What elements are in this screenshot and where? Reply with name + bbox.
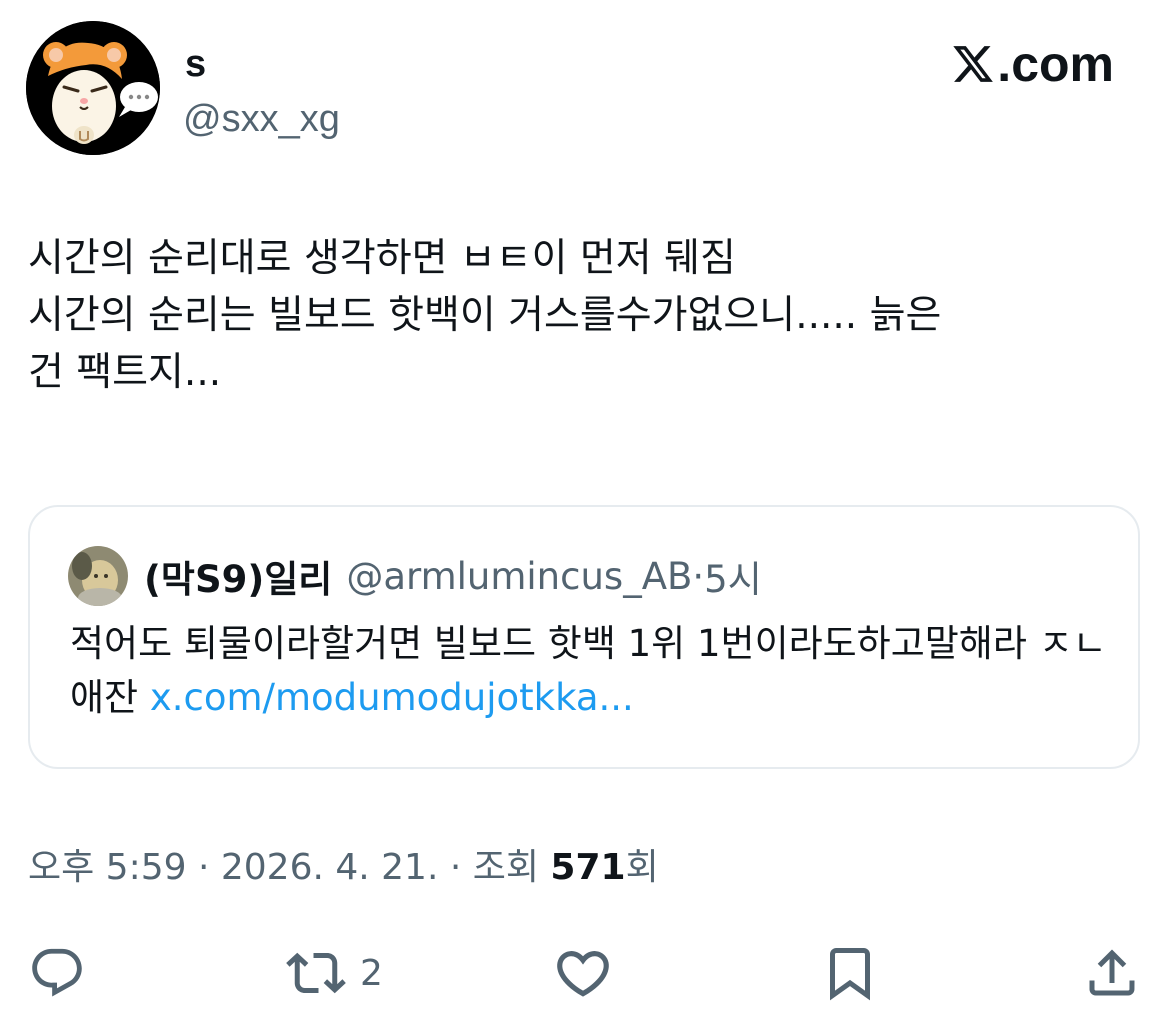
- quoted-avatar-image: [68, 546, 128, 606]
- quoted-tweet-card[interactable]: (막S9)일리 @armlumincus_AB · 5시 적어도 퇴물이라할거면…: [28, 505, 1140, 769]
- views-suffix: 회: [625, 847, 659, 888]
- action-bar: 2: [0, 942, 1170, 1004]
- heart-icon: [557, 951, 609, 997]
- x-logo-icon: [953, 46, 994, 82]
- retweet-button[interactable]: 2: [286, 942, 383, 1004]
- author-avatar[interactable]: [26, 21, 160, 155]
- retweet-icon: [286, 952, 346, 994]
- x-com-logo: .com: [951, 36, 1114, 92]
- like-button[interactable]: [552, 942, 614, 1004]
- share-icon: [1089, 949, 1135, 996]
- tweet-timestamp[interactable]: 오후 5:59 · 2026. 4. 21. · 조회: [28, 847, 550, 888]
- bookmark-button[interactable]: [820, 942, 880, 1004]
- tweet-text: 시간의 순리대로 생각하면 ㅂㅌ이 먼저 뒈짐 시간의 순리는 빌보드 핫백이 …: [28, 236, 942, 395]
- bookmark-icon: [830, 948, 870, 1001]
- reply-icon: [32, 948, 82, 997]
- x-logo-text: .com: [997, 36, 1114, 92]
- quoted-time: 5시: [704, 558, 762, 601]
- author-handle[interactable]: @sxx_xg: [183, 96, 340, 142]
- share-button[interactable]: [1082, 942, 1142, 1004]
- quoted-author-avatar[interactable]: [68, 546, 128, 606]
- quoted-tweet-header: (막S9)일리 @armlumincus_AB · 5시: [68, 545, 762, 607]
- retweet-count: 2: [360, 952, 383, 994]
- quoted-tweet-link[interactable]: x.com/modumodujotkka...: [150, 676, 634, 719]
- author-display-name[interactable]: s: [185, 42, 206, 86]
- hamster-avatar-image: [26, 21, 160, 155]
- quoted-tweet-body: 적어도 퇴물이라할거면 빌보드 핫백 1위 1번이라도하고말해라 ㅈㄴ 애잔 x…: [70, 617, 1120, 725]
- views-count: 571: [550, 847, 626, 888]
- quoted-author-name[interactable]: (막S9)일리: [144, 549, 332, 603]
- quoted-author-handle[interactable]: @armlumincus_AB: [346, 555, 692, 598]
- quoted-meta-separator: ·: [692, 554, 705, 598]
- reply-button[interactable]: [28, 942, 86, 1004]
- tweet-meta: 오후 5:59 · 2026. 4. 21. · 조회 571회: [28, 840, 659, 896]
